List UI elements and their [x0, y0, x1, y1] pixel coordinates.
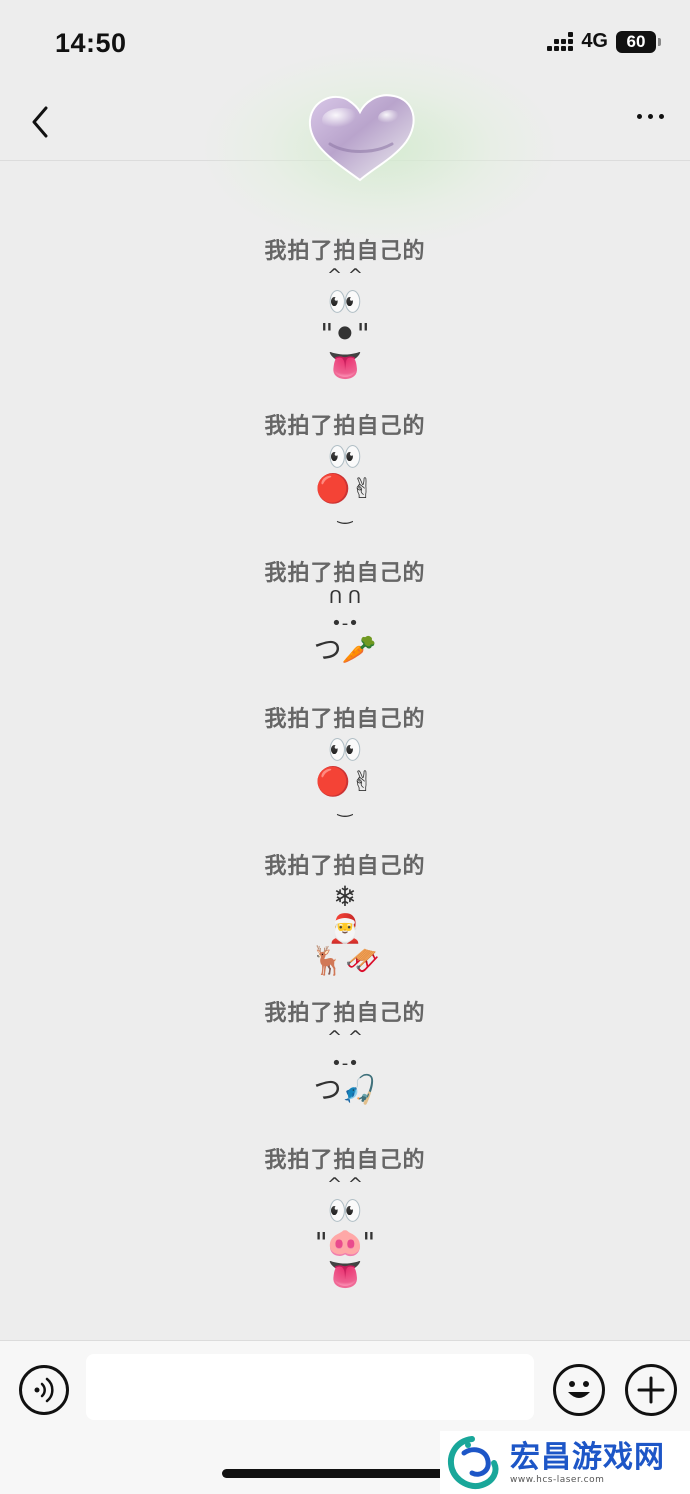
art-line: 👀	[327, 285, 363, 318]
message-list: 我拍了拍自己的 ^ ^ 👀 "⚫" 👅 我拍了拍自己的 👀 🔴✌ ‿ 我拍了拍自…	[0, 160, 690, 1340]
signal-icon	[547, 32, 574, 51]
art-line: •-•	[331, 1053, 359, 1074]
plus-icon	[637, 1376, 665, 1404]
watermark-url: www.hcs-laser.com	[510, 1474, 605, 1485]
pat-text: 我拍了拍自己的	[264, 854, 426, 879]
pat-message: 我拍了拍自己的 ᑎ ᑎ •-• つ🥕	[0, 560, 690, 666]
art-line: 🔴✌	[315, 765, 375, 798]
art-line: ‿	[337, 797, 353, 818]
message-input[interactable]	[86, 1354, 534, 1420]
pat-text: 我拍了拍自己的	[264, 1148, 426, 1173]
back-button[interactable]	[22, 102, 62, 142]
art-line: 👀	[327, 1194, 363, 1227]
art-line: 👅	[327, 349, 363, 382]
pat-text: 我拍了拍自己的	[264, 561, 426, 586]
art-line: ^ ^	[327, 1174, 363, 1195]
art-line: つ🥕	[313, 633, 377, 666]
art-line: つ🎣	[313, 1073, 377, 1106]
art-line: ᑎ ᑎ	[328, 587, 362, 608]
dragon-logo-icon	[448, 1435, 499, 1489]
art-line: ❄	[333, 880, 357, 913]
pat-message: 我拍了拍自己的 ❄ 🎅 🦌🛷	[0, 853, 690, 977]
status-indicators: 4G 60	[547, 30, 661, 53]
art-line: 👅	[327, 1258, 363, 1291]
network-type: 4G	[581, 30, 608, 52]
status-time: 14:50	[55, 28, 127, 58]
chevron-left-icon	[32, 106, 48, 138]
pat-message: 我拍了拍自己的 👀 🔴✌ ‿	[0, 413, 690, 525]
more-dots-icon	[637, 114, 642, 119]
art-line: 👀	[327, 440, 363, 473]
plus-button[interactable]	[625, 1364, 677, 1416]
pat-text: 我拍了拍自己的	[264, 414, 426, 439]
art-line: 🎅	[327, 912, 363, 945]
art-line: 🦌🛷	[310, 944, 380, 977]
voice-icon	[34, 1377, 54, 1403]
art-line: ‿	[337, 504, 353, 525]
art-line: 👀	[327, 733, 363, 766]
pat-text: 我拍了拍自己的	[264, 707, 426, 732]
art-line: ^ ^	[327, 265, 363, 286]
pat-message: 我拍了拍自己的 ^ ^ 👀 "🐽" 👅	[0, 1147, 690, 1291]
chat-header	[0, 48, 690, 248]
art-line: "🐽"	[314, 1226, 376, 1259]
emoji-icon	[568, 1381, 590, 1398]
battery-icon: 60	[616, 30, 661, 53]
art-line: •-•	[331, 613, 359, 634]
watermark: 宏昌游戏网 www.hcs-laser.com	[440, 1431, 690, 1494]
art-line: "⚫"	[320, 317, 370, 350]
input-bar: 宏昌游戏网 www.hcs-laser.com	[0, 1340, 690, 1494]
art-line: 🔴✌	[315, 472, 375, 505]
pat-text: 我拍了拍自己的	[264, 239, 426, 264]
pat-message: 我拍了拍自己的 👀 🔴✌ ‿	[0, 706, 690, 818]
pat-text: 我拍了拍自己的	[264, 1001, 426, 1026]
watermark-title: 宏昌游戏网	[510, 1439, 665, 1475]
watermark-text: 宏昌游戏网 www.hcs-laser.com	[510, 1439, 665, 1485]
pat-message: 我拍了拍自己的 ^ ^ •-• つ🎣	[0, 1000, 690, 1106]
status-bar: 14:50 4G 60	[0, 0, 690, 88]
more-button[interactable]	[637, 114, 664, 119]
pat-message: 我拍了拍自己的 ^ ^ 👀 "⚫" 👅	[0, 238, 690, 382]
home-indicator	[222, 1469, 468, 1478]
voice-button[interactable]	[19, 1365, 69, 1415]
art-line: ^ ^	[327, 1027, 363, 1048]
emoji-button[interactable]	[553, 1364, 605, 1416]
